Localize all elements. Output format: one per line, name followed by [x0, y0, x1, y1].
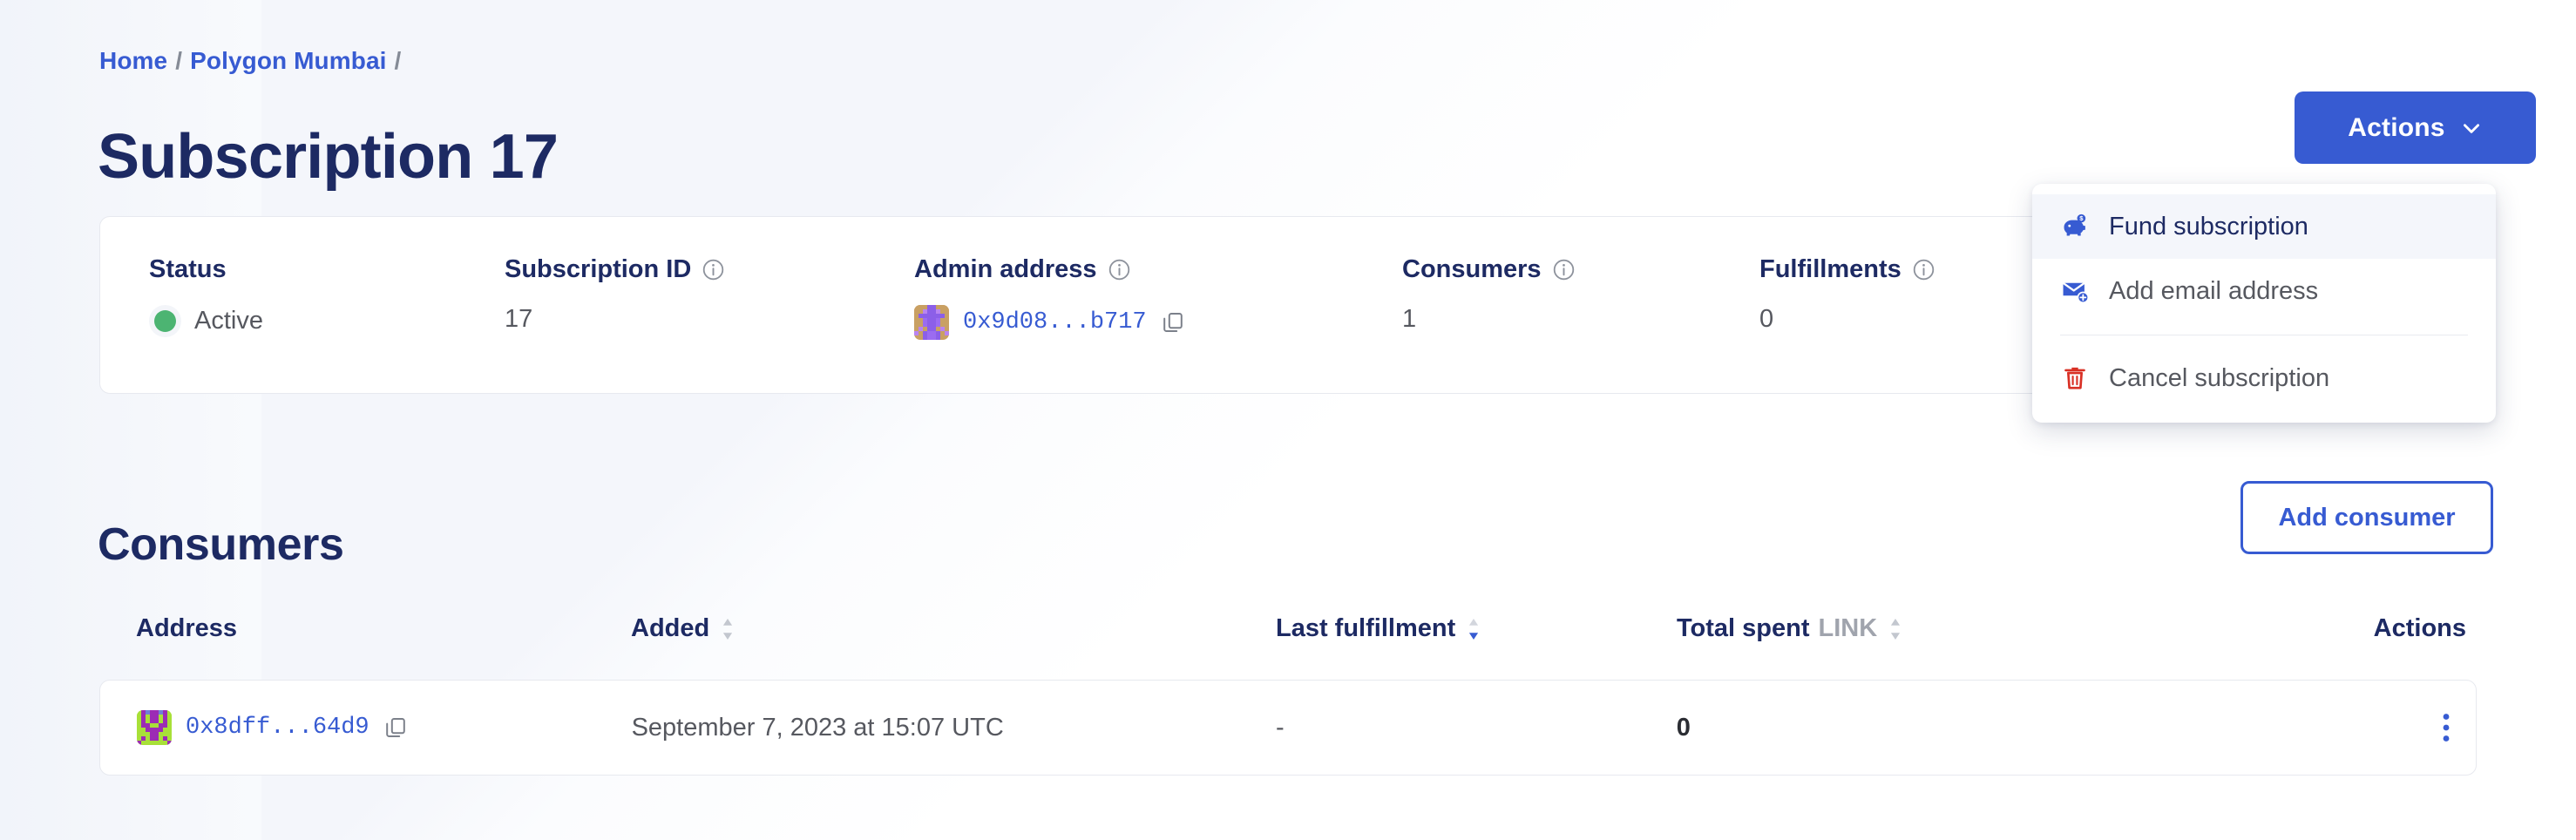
- breadcrumb-separator-2: /: [394, 47, 402, 74]
- consumer-address-identicon: [137, 710, 172, 745]
- menu-item-fund-subscription[interactable]: $ Fund subscription: [2032, 194, 2496, 259]
- stat-subscription-id: Subscription ID 17: [456, 255, 865, 340]
- chevron-down-icon: [2463, 123, 2479, 133]
- actions-button[interactable]: Actions: [2295, 91, 2536, 164]
- stat-label-text: Fulfillments: [1759, 255, 1901, 283]
- stat-label: Admin address: [914, 255, 1353, 284]
- stat-status: Status Active: [100, 255, 456, 340]
- column-header-address: Address: [99, 614, 631, 643]
- column-header-label: Total spent: [1677, 614, 1810, 642]
- stat-consumers: Consumers 1: [1353, 255, 1711, 340]
- breadcrumb-separator-1: /: [175, 47, 183, 74]
- actions-button-label: Actions: [2348, 112, 2445, 142]
- stat-fulfillments: Fulfillments 0: [1711, 255, 2077, 340]
- status-text: Active: [194, 307, 263, 335]
- copy-icon: [385, 717, 405, 738]
- breadcrumb-item-network[interactable]: Polygon Mumbai: [190, 47, 386, 74]
- stat-admin-address: Admin address 0x9d08...b717: [865, 255, 1353, 340]
- row-actions-menu-button[interactable]: [2427, 708, 2465, 747]
- stat-value: 0x9d08...b717: [914, 305, 1353, 340]
- menu-item-label: Add email address: [2109, 276, 2319, 305]
- stat-label-text: Subscription ID: [505, 255, 692, 283]
- stat-value: Active: [149, 305, 456, 337]
- stat-label-text: Status: [149, 255, 227, 283]
- info-icon[interactable]: [1108, 258, 1131, 281]
- column-header-label: Last fulfillment: [1276, 614, 1456, 642]
- column-header-total-spent[interactable]: Total spent LINK: [1677, 614, 2234, 643]
- consumers-table-header: Address Added Last fulfillment Total spe…: [99, 614, 2477, 643]
- consumer-address-link[interactable]: 0x8dff...64d9: [186, 715, 369, 741]
- copy-admin-address-button[interactable]: [1161, 310, 1185, 335]
- menu-item-label: Fund subscription: [2109, 212, 2308, 240]
- sort-arrows-icon[interactable]: [721, 616, 735, 642]
- vertical-dots-icon: [2443, 714, 2450, 742]
- cell-added: September 7, 2023 at 15:07 UTC: [631, 713, 1004, 742]
- stat-label: Fulfillments: [1759, 255, 2077, 284]
- menu-item-add-email-address[interactable]: Add email address: [2032, 259, 2496, 323]
- subscription-detail-page: Home / Polygon Mumbai / Subscription 17 Act…: [0, 0, 2576, 840]
- trash-icon: [2064, 367, 2085, 390]
- column-header-label: Added: [631, 614, 710, 642]
- actions-dropdown-menu: $ Fund subscription Add email address Ca…: [2032, 184, 2496, 423]
- stat-value: 0: [1759, 305, 1774, 333]
- menu-item-cancel-subscription[interactable]: Cancel subscription: [2032, 346, 2496, 410]
- breadcrumb: Home / Polygon Mumbai /: [99, 47, 409, 75]
- menu-item-label: Cancel subscription: [2109, 363, 2330, 392]
- stat-value: 17: [505, 305, 533, 333]
- column-header-last-fulfillment[interactable]: Last fulfillment: [1276, 614, 1677, 643]
- cell-row-actions: [2234, 708, 2476, 747]
- add-consumer-button[interactable]: Add consumer: [2240, 481, 2493, 554]
- column-header-label: Actions: [2373, 614, 2466, 642]
- cell-total-spent: 0: [1676, 713, 1691, 742]
- info-icon[interactable]: [702, 258, 725, 281]
- admin-address-link[interactable]: 0x9d08...b717: [963, 309, 1147, 335]
- info-icon[interactable]: [1912, 258, 1935, 281]
- column-header-unit: LINK: [1818, 614, 1878, 642]
- status-indicator: [149, 305, 181, 337]
- column-header-actions: Actions: [2234, 614, 2477, 643]
- stat-label: Status: [149, 255, 456, 284]
- svg-text:$: $: [2079, 214, 2084, 222]
- cell-last-fulfillment: -: [1276, 713, 1285, 742]
- sort-arrows-icon[interactable]: [1467, 616, 1481, 642]
- info-icon[interactable]: [1552, 258, 1576, 281]
- column-header-label: Address: [136, 614, 238, 642]
- stat-value: 1: [1402, 305, 1417, 333]
- status-dot-icon: [154, 310, 176, 332]
- admin-address-identicon: [914, 305, 949, 340]
- table-row: 0x8dff...64d9 September 7, 2023 at 15:07…: [99, 680, 2477, 776]
- stat-label-text: Admin address: [914, 255, 1097, 283]
- copy-icon: [1163, 312, 1183, 333]
- stat-label: Consumers: [1402, 255, 1711, 284]
- consumers-section-title: Consumers: [98, 519, 344, 571]
- sort-arrows-icon[interactable]: [1888, 616, 1902, 642]
- cell-address: 0x8dff...64d9: [100, 710, 632, 745]
- column-header-added[interactable]: Added: [631, 614, 1276, 643]
- stat-label-text: Consumers: [1402, 255, 1542, 283]
- breadcrumb-item-home[interactable]: Home: [99, 47, 167, 74]
- page-title: Subscription 17: [98, 122, 559, 193]
- envelope-plus-icon: [2062, 281, 2090, 304]
- stat-label: Subscription ID: [505, 255, 865, 284]
- copy-consumer-address-button[interactable]: [383, 715, 408, 740]
- piggy-bank-icon: $: [2064, 213, 2086, 236]
